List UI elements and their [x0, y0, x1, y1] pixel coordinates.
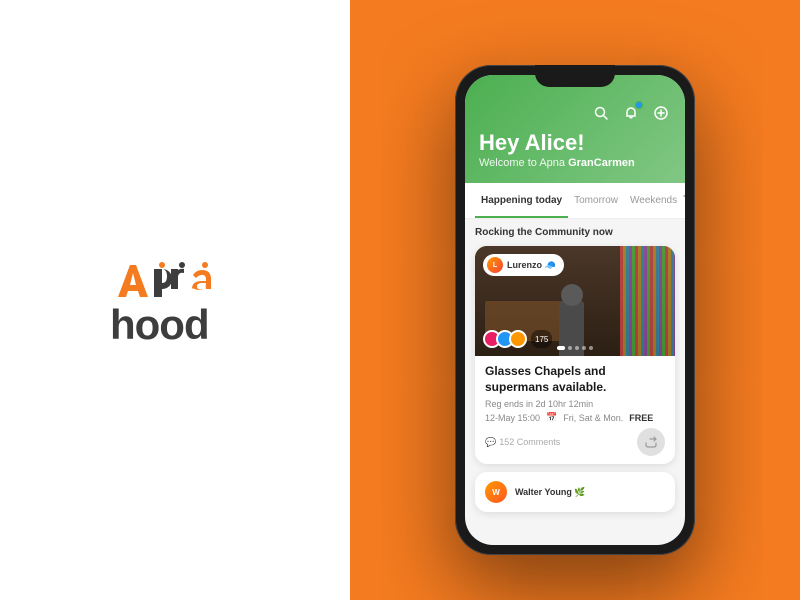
dot-1	[557, 346, 565, 350]
card-details: 12-May 15:00 📅 Fri, Sat & Mon. FREE	[485, 412, 665, 423]
attendee-avatar-3	[509, 330, 527, 348]
filter-icon[interactable]	[683, 193, 685, 209]
section-title: Rocking the Community now	[475, 227, 675, 238]
hanging-items	[620, 246, 675, 356]
tab-happening-today[interactable]: Happening today	[475, 183, 568, 218]
card-body: Glasses Chapels and supermans available.…	[475, 356, 675, 464]
event-card[interactable]: L Lurenzo 🧢	[475, 246, 675, 464]
app-content: Rocking the Community now	[465, 219, 685, 520]
card-image: L Lurenzo 🧢	[475, 246, 675, 356]
tab-weekends[interactable]: Weekends	[624, 183, 683, 218]
welcome-sub: Welcome to Apna GranCarmen	[479, 157, 671, 169]
phone-notch	[535, 65, 615, 87]
phone-outer: Hey Alice! Welcome to Apna GranCarmen Ha…	[455, 65, 695, 555]
card-reg-ends: Reg ends in 2d 10hr 12min	[485, 399, 665, 409]
phone-wrapper: Hey Alice! Welcome to Apna GranCarmen Ha…	[455, 65, 695, 555]
logo-container: hood	[110, 255, 240, 346]
image-indicators	[557, 346, 593, 350]
preview-card[interactable]: W Walter Young 🌿	[475, 472, 675, 512]
card-user-avatar: L	[487, 257, 503, 273]
comment-count: 152 Comments	[499, 437, 560, 447]
card-date: 12-May 15:00	[485, 413, 540, 423]
card-title: Glasses Chapels and supermans available.	[485, 364, 665, 395]
search-icon[interactable]	[591, 103, 611, 123]
right-panel: Hey Alice! Welcome to Apna GranCarmen Ha…	[350, 0, 800, 600]
attendee-avatars: 175	[483, 330, 552, 348]
add-icon[interactable]	[651, 103, 671, 123]
preview-username: Walter Young 🌿	[515, 487, 586, 498]
app-header: Hey Alice! Welcome to Apna GranCarmen	[465, 75, 685, 183]
phone-screen: Hey Alice! Welcome to Apna GranCarmen Ha…	[465, 75, 685, 545]
notification-icon[interactable]	[621, 103, 641, 123]
card-days: Fri, Sat & Mon.	[563, 413, 623, 423]
tab-bar: Happening today Tomorrow Weekends	[465, 183, 685, 219]
comment-icon: 💬	[485, 437, 496, 448]
header-icons-row	[479, 103, 671, 123]
tab-tomorrow[interactable]: Tomorrow	[568, 183, 624, 218]
greeting-text: Hey Alice!	[479, 131, 671, 155]
left-panel: hood	[0, 0, 350, 600]
dot-5	[589, 346, 593, 350]
preview-avatar: W	[485, 481, 507, 503]
dot-3	[575, 346, 579, 350]
share-button[interactable]	[637, 428, 665, 456]
dot-4	[582, 346, 586, 350]
calendar-icon: 📅	[546, 412, 557, 423]
dot-2	[568, 346, 572, 350]
free-badge: FREE	[629, 413, 653, 423]
attendee-count: 175	[531, 330, 552, 348]
card-user-tag: L Lurenzo 🧢	[483, 254, 564, 276]
avatar-stack	[483, 330, 527, 348]
logo-hood-text: hood	[110, 304, 209, 346]
card-username: Lurenzo 🧢	[507, 260, 556, 271]
card-comments-row: 💬 152 Comments	[485, 428, 665, 456]
